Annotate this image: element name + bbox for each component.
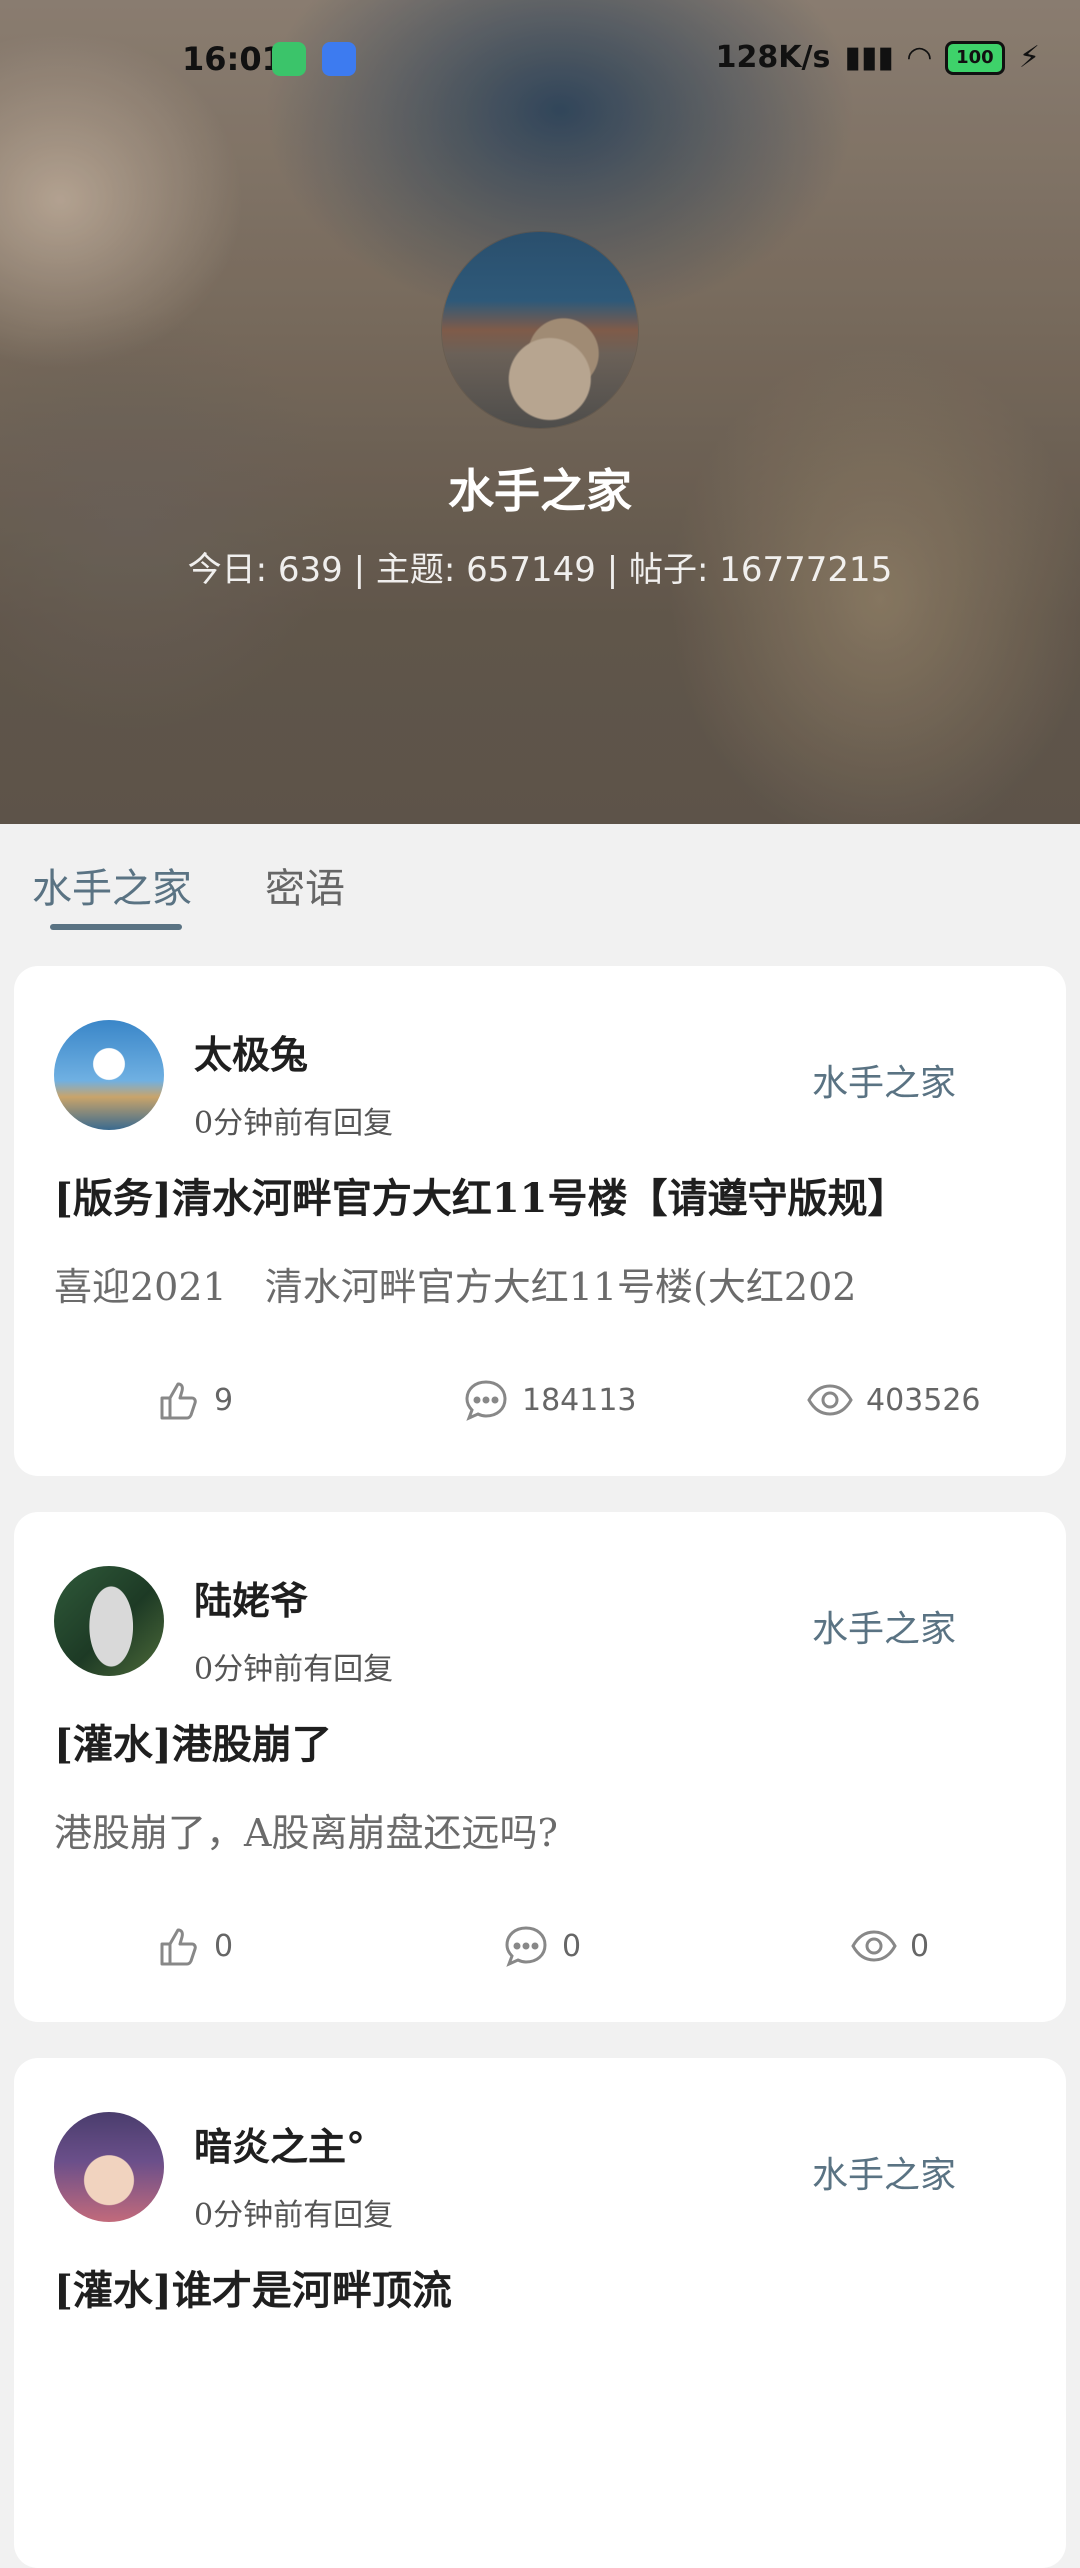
post-author[interactable]: 暗炎之主° [194, 2116, 365, 2171]
views-count: 403526 [866, 1382, 981, 1418]
forum-header: 16:01 128K/s ▮▮▮ ◠ 100 ⚡ 水手之家 今日: 639 | … [0, 0, 1080, 824]
comment-button[interactable]: 184113 [462, 1376, 637, 1424]
post-time: 0分钟前有回复 [194, 2198, 394, 2233]
post-board[interactable]: 水手之家 [812, 2146, 956, 2198]
wechat-icon [272, 42, 306, 76]
tab-indicator [50, 924, 182, 930]
avatar[interactable] [54, 2112, 164, 2222]
views-stat: 403526 [806, 1376, 981, 1424]
post-card[interactable]: 暗炎之主° 0分钟前有回复 水手之家 [灌水]谁才是河畔顶流 [14, 2058, 1066, 2568]
thumb-up-icon [160, 1928, 197, 1966]
tab-sailor-home[interactable]: 水手之家 [32, 856, 192, 914]
status-bar: 16:01 128K/s ▮▮▮ ◠ 100 ⚡ [0, 0, 1080, 120]
status-time: 16:01 [182, 40, 284, 78]
battery-icon: 100 [944, 40, 1005, 75]
like-button[interactable]: 0 [154, 1922, 233, 1970]
post-card[interactable]: 太极兔 0分钟前有回复 水手之家 [版务]清水河畔官方大红11号楼【请遵守版规】… [14, 966, 1066, 1476]
android-icon [322, 42, 356, 76]
comment-icon [505, 1926, 547, 1967]
post-card[interactable]: 陆姥爷 0分钟前有回复 水手之家 [灌水]港股崩了 港股崩了，A股离崩盘还远吗?… [14, 1512, 1066, 2022]
forum-avatar [442, 232, 638, 428]
comment-count: 0 [562, 1928, 582, 1964]
post-snippet: 喜迎2021 清水河畔官方大红11号楼(大红202 [54, 1265, 857, 1309]
battery-level: 100 [944, 40, 1005, 75]
tab-bar: 水手之家 密语 [0, 824, 1080, 944]
comment-button[interactable]: 0 [502, 1922, 581, 1970]
forum-stats: 今日: 639 | 主题: 657149 | 帖子: 16777215 [187, 550, 893, 590]
post-snippet: 港股崩了，A股离崩盘还远吗? [54, 1811, 558, 1855]
avatar[interactable] [54, 1566, 164, 1676]
signal-icon: ▮▮▮ [844, 40, 894, 75]
like-button[interactable]: 9 [154, 1376, 233, 1424]
views-stat: 0 [850, 1922, 929, 1970]
comment-icon [465, 1380, 507, 1421]
post-title[interactable]: [灌水]谁才是河畔顶流 [54, 2258, 452, 2316]
post-title[interactable]: [版务]清水河畔官方大红11号楼【请遵守版规】 [54, 1166, 908, 1224]
thumb-up-icon [160, 1382, 197, 1420]
tab-whisper[interactable]: 密语 [265, 856, 345, 914]
forum-title: 水手之家 [448, 464, 632, 518]
network-speed: 128K/s [715, 40, 831, 75]
post-time: 0分钟前有回复 [194, 1106, 394, 1141]
eye-icon [807, 1384, 853, 1416]
status-right: 128K/s ▮▮▮ ◠ 100 ⚡ [716, 40, 1040, 75]
like-count: 0 [214, 1928, 234, 1964]
post-author[interactable]: 太极兔 [194, 1024, 308, 1079]
post-title[interactable]: [灌水]港股崩了 [54, 1712, 332, 1770]
post-board[interactable]: 水手之家 [812, 1054, 956, 1106]
wifi-icon: ◠ [907, 40, 931, 75]
post-board[interactable]: 水手之家 [812, 1600, 956, 1652]
charging-icon: ⚡ [1018, 40, 1040, 75]
avatar[interactable] [54, 1020, 164, 1130]
post-time: 0分钟前有回复 [194, 1652, 394, 1687]
post-author[interactable]: 陆姥爷 [194, 1570, 308, 1625]
like-count: 9 [214, 1382, 234, 1418]
comment-count: 184113 [522, 1382, 637, 1418]
views-count: 0 [910, 1928, 930, 1964]
eye-icon [851, 1930, 897, 1962]
